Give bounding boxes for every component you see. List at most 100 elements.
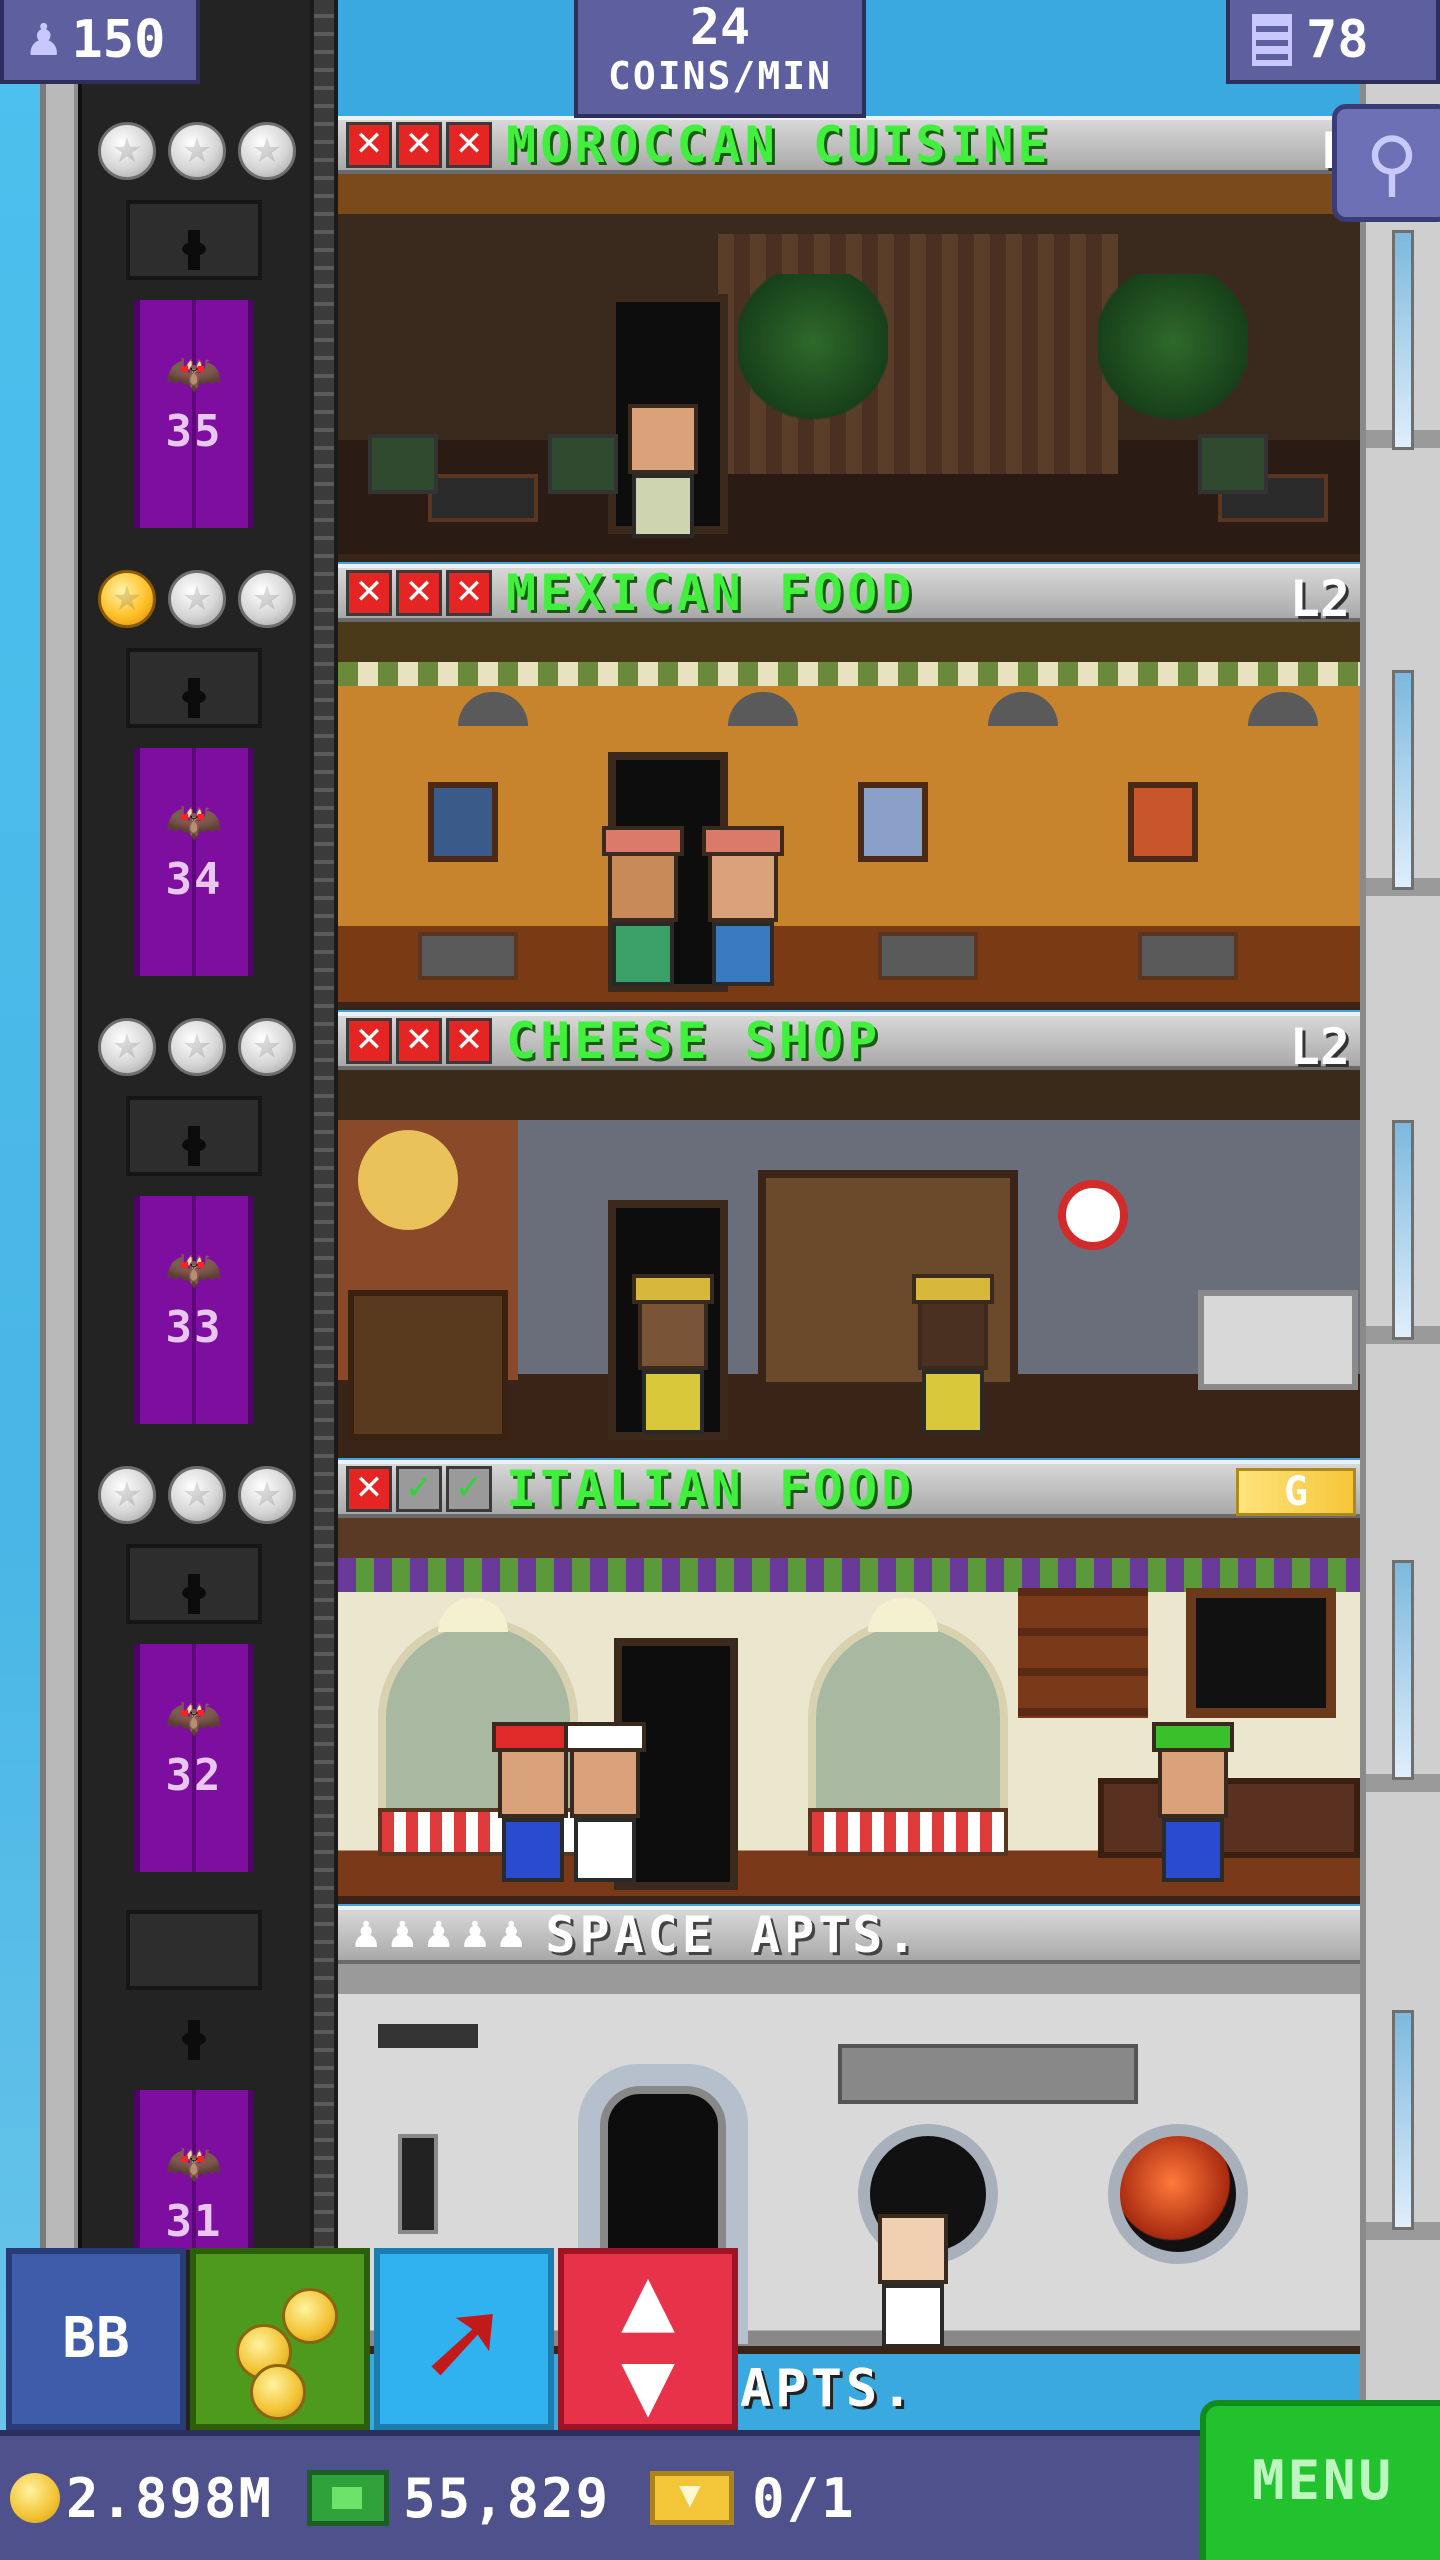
task-marks: ✕ ✓ ✓ [346,1466,492,1512]
window [1392,230,1414,450]
bux-stat[interactable]: 55,829 [307,2467,610,2530]
cable-icon [182,1574,206,1614]
floor-counter[interactable]: 78 [1226,0,1440,84]
bitizen[interactable] [1152,1722,1234,1882]
bitizen[interactable] [492,1722,574,1882]
coins-stat[interactable]: 2.898M [10,2467,273,2530]
room-header-mexican[interactable]: ✕ ✕ ✕ MEXICAN FOOD L2 [338,564,1360,628]
hat [632,1274,714,1304]
cross-icon: ✕ [346,570,392,616]
elevator-car[interactable]: 🦇 33 [134,1196,254,1424]
wine-rack [1018,1588,1148,1718]
rocket-icon[interactable]: ➚ [374,2248,554,2430]
bitizen[interactable] [602,826,684,986]
bitizen[interactable] [564,1722,646,1882]
room-moroccan[interactable] [338,174,1360,562]
floor-number: 34 [165,854,223,905]
population-value: 150 [71,10,166,70]
room-mexican[interactable] [338,622,1360,1010]
cheese-wheel-icon [358,1130,458,1230]
bat-eyes [182,814,204,820]
elevator-car[interactable]: 🦇 34 [134,748,254,976]
bitizen-head [608,852,678,922]
bitizen-head [498,1748,568,1818]
shaft-floor-32[interactable]: 🦇 32 [78,1454,310,1884]
bitizen[interactable] [628,404,698,538]
bat-eyes [182,2156,204,2162]
chalkboard-menu [1186,1588,1336,1718]
bitizen-body [632,474,694,538]
coins-button[interactable] [190,2248,370,2430]
room-name: MEXICAN FOOD [506,564,916,622]
bat-icon: 🦇 [165,794,223,848]
chair [368,434,438,494]
lamp-icon [438,1598,508,1632]
floor-number: 31 [165,2196,223,2247]
tower-outer-wall [40,0,78,2450]
shaft-floor-33[interactable]: 🦇 33 [78,1006,310,1436]
star-icon [238,570,296,628]
room-header-space-apts[interactable]: ♟♟♟♟♟ SPACE APTS. [338,1906,1360,1964]
coins-per-min-label: COINS/MIN [608,54,832,98]
bitizen[interactable] [878,2214,948,2346]
control-panel [838,2044,1138,2104]
bitizen-body [1162,1818,1224,1882]
room-header-moroccan[interactable]: ✕ ✕ ✕ MOROCCAN CUISINE L [338,116,1360,180]
cap [1152,1722,1234,1752]
star-icon [238,122,296,180]
bat-icon: 🦇 [165,1242,223,1296]
elevator-car[interactable]: 🦇 31 [134,2090,254,2250]
bitizen-head [918,1300,988,1370]
room-label-apts: APTS. [740,2359,917,2419]
porthole-mars [1108,2124,1248,2264]
window [1392,2010,1414,2230]
star-icon [98,1018,156,1076]
elevator-car[interactable]: 🦇 35 [134,300,254,528]
star-icon [168,122,226,180]
magnifier-icon[interactable]: ⚲ [1332,104,1440,222]
cable-icon [182,2020,206,2060]
golden-ticket-badge[interactable]: G [1236,1468,1356,1516]
cross-icon: ✕ [346,1466,392,1512]
cross-icon: ✕ [346,122,392,168]
window [1392,670,1414,890]
bitizen-head [708,852,778,922]
wall-picture [858,782,928,862]
room-cheese[interactable] [338,1070,1360,1458]
room-header-italian[interactable]: ✕ ✓ ✓ ITALIAN FOOD G [338,1460,1360,1518]
menu-button[interactable]: MENU [1200,2400,1440,2560]
person-icon: ♟ [24,14,64,66]
bitizen-body [712,922,774,986]
room-italian[interactable] [338,1518,1360,1904]
shaft-floor-31[interactable]: 🦇 31 [78,1900,310,2250]
bitizen[interactable] [632,1274,714,1434]
chair [548,434,618,494]
elevator-arrows-icon[interactable]: ▲ ▼ [558,2248,738,2430]
elevator-car[interactable]: 🦇 32 [134,1644,254,1872]
bitizen[interactable] [702,826,784,986]
bitizen-head [638,1300,708,1370]
tickets-value: 0/1 [752,2466,856,2530]
shaft-floor-34[interactable]: 🦇 34 [78,558,310,988]
shaft-gap [126,1910,262,1990]
cross-icon: ✕ [446,1018,492,1064]
bat-icon: 🦇 [165,2136,223,2190]
tickets-stat[interactable]: 0/1 [650,2467,856,2530]
lamp-icon [458,692,528,726]
bitizen-head [570,1748,640,1818]
elevator-rail [310,0,338,2450]
population-counter[interactable]: ♟ 150 [0,0,200,84]
check-icon: ✓ [446,1466,492,1512]
shaft-floor-35[interactable]: 🦇 35 [78,110,310,540]
bitizen[interactable] [912,1274,994,1434]
bitizen-body [882,2284,944,2346]
room-header-cheese[interactable]: ✕ ✕ ✕ CHEESE SHOP L2 [338,1012,1360,1076]
lamp-icon [868,1598,938,1632]
star-icon [168,1018,226,1076]
bitizen-body [922,1370,984,1434]
bb-button[interactable]: BB [6,2248,186,2430]
star-icon [238,1466,296,1524]
bat-eyes [182,1262,204,1268]
counter [1098,1778,1360,1858]
star-icon [98,1466,156,1524]
